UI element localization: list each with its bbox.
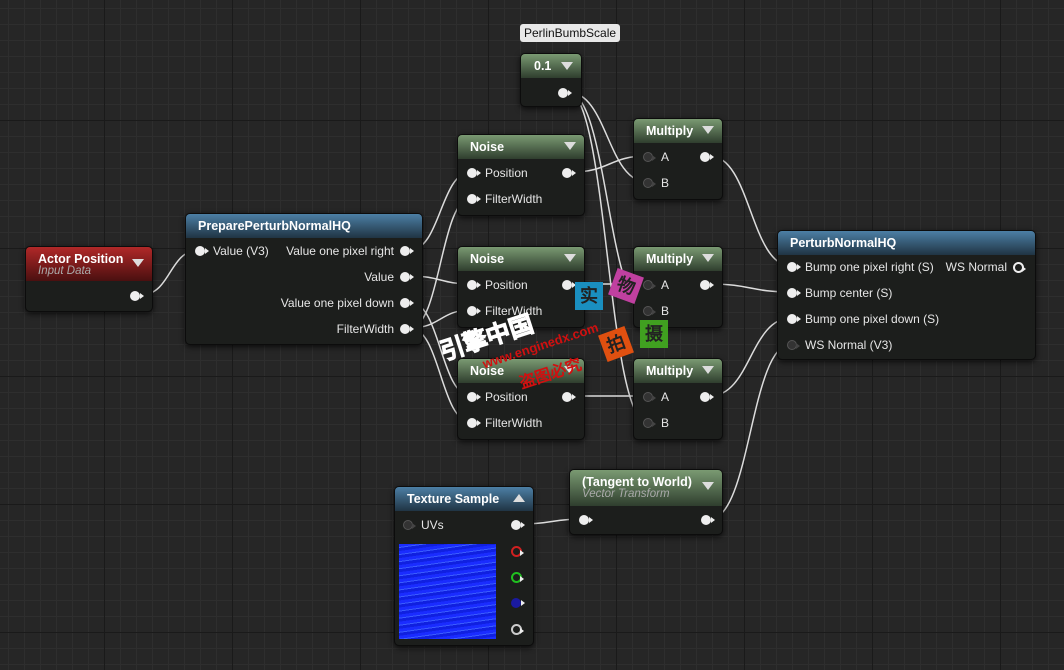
noise-node[interactable]: Noise Position FilterWidth (457, 134, 585, 216)
collapse-arrow-icon[interactable] (702, 482, 714, 490)
input-pin[interactable] (787, 262, 801, 272)
pin-label: Value (364, 270, 394, 284)
pin-label: B (661, 304, 670, 318)
watermark-square: 摄 (640, 320, 668, 348)
collapse-arrow-icon[interactable] (561, 62, 573, 70)
param-tooltip: PerlinBumbScale (520, 24, 621, 42)
pin-label: Bump center (S) (805, 286, 893, 300)
node-title: PerturbNormalHQ (778, 231, 1035, 255)
pin-label: FilterWidth (485, 416, 543, 430)
param-node-perlin-bump-scale[interactable]: 0.1 (520, 53, 582, 107)
watermark-square: 拍 (598, 326, 634, 362)
watermark-square: 实 (575, 282, 603, 310)
output-pin-r[interactable] (511, 546, 524, 557)
pin-label: A (661, 278, 670, 292)
input-pin-position[interactable] (467, 392, 481, 402)
input-pin-b[interactable] (643, 306, 656, 316)
pin-label: Value (V3) (213, 244, 269, 258)
param-value: 0.1 (534, 59, 552, 73)
pin-label: UVs (421, 518, 444, 532)
node-title: Actor Position (38, 252, 124, 266)
output-pin-b[interactable] (511, 598, 525, 608)
pin-label: FilterWidth (336, 322, 394, 336)
vector-transform-node[interactable]: (Tangent to World) Vector Transform (569, 469, 723, 535)
pin-label: WS Normal (V3) (805, 338, 893, 352)
pin-label: Position (485, 166, 528, 180)
input-pin[interactable] (787, 288, 801, 298)
collapse-arrow-icon[interactable] (564, 142, 576, 150)
multiply-node[interactable]: Multiply A B (633, 118, 723, 200)
node-title: (Tangent to World) (582, 475, 692, 489)
texture-preview (399, 544, 496, 639)
output-pin-a[interactable] (511, 624, 524, 635)
pin-label: Bump one pixel down (S) (805, 312, 940, 326)
collapse-arrow-icon[interactable] (564, 366, 576, 374)
output-pin[interactable] (130, 291, 144, 301)
output-pin[interactable] (400, 246, 414, 256)
output-pin[interactable] (700, 392, 714, 402)
pin-label: FilterWidth (485, 192, 543, 206)
collapse-arrow-icon[interactable] (513, 494, 525, 502)
input-pin-b[interactable] (643, 178, 656, 188)
output-pin[interactable] (562, 168, 576, 178)
node-subtitle: Vector Transform (582, 488, 670, 500)
collapse-arrow-icon[interactable] (132, 259, 144, 267)
noise-node[interactable]: Noise Position FilterWidth (457, 246, 585, 328)
pin-label: Value one pixel down (280, 296, 394, 310)
output-pin[interactable] (700, 280, 714, 290)
output-pin[interactable] (701, 515, 715, 525)
prepare-perturb-normal-hq-node[interactable]: PreparePerturbNormalHQ Value (V3) Value … (185, 213, 423, 345)
output-pin[interactable] (558, 88, 572, 98)
actor-position-node[interactable]: Actor Position Input Data (25, 246, 153, 312)
multiply-node[interactable]: Multiply A B (633, 358, 723, 440)
node-title: PreparePerturbNormalHQ (186, 214, 422, 238)
texture-sample-node[interactable]: Texture Sample UVs (394, 486, 534, 646)
output-pin[interactable] (400, 324, 414, 334)
pin-label: WS Normal (945, 260, 1007, 274)
input-pin[interactable] (787, 314, 801, 324)
input-pin-filterwidth[interactable] (467, 306, 481, 316)
pin-label: Value one pixel right (286, 244, 394, 258)
collapse-arrow-icon[interactable] (702, 254, 714, 262)
input-pin-b[interactable] (643, 418, 656, 428)
output-pin[interactable] (400, 298, 414, 308)
pin-label: B (661, 176, 670, 190)
input-pin-a[interactable] (643, 152, 656, 162)
output-pin[interactable] (1013, 262, 1026, 273)
noise-node[interactable]: Noise Position FilterWidth (457, 358, 585, 440)
output-pin-rgb[interactable] (511, 520, 525, 530)
input-pin-a[interactable] (643, 392, 656, 402)
output-pin[interactable] (400, 272, 414, 282)
input-pin-value[interactable] (195, 246, 209, 256)
collapse-arrow-icon[interactable] (564, 254, 576, 262)
perturb-normal-hq-node[interactable]: PerturbNormalHQ Bump one pixel right (S)… (777, 230, 1036, 360)
pin-label: A (661, 390, 670, 404)
pin-label: B (661, 416, 670, 430)
pin-label: Bump one pixel right (S) (805, 260, 934, 274)
input-pin-filterwidth[interactable] (467, 194, 481, 204)
input-pin-filterwidth[interactable] (467, 418, 481, 428)
pin-label: FilterWidth (485, 304, 543, 318)
pin-label: Position (485, 390, 528, 404)
input-pin[interactable] (787, 340, 800, 350)
pin-label: A (661, 150, 670, 164)
output-pin-g[interactable] (511, 572, 524, 583)
collapse-arrow-icon[interactable] (702, 126, 714, 134)
multiply-node[interactable]: Multiply A B (633, 246, 723, 328)
input-pin-uvs[interactable] (403, 520, 416, 530)
collapse-arrow-icon[interactable] (702, 366, 714, 374)
input-pin-position[interactable] (467, 168, 481, 178)
pin-label: Position (485, 278, 528, 292)
output-pin[interactable] (562, 392, 576, 402)
output-pin[interactable] (562, 280, 576, 290)
input-pin-a[interactable] (643, 280, 656, 290)
output-pin[interactable] (700, 152, 714, 162)
input-pin[interactable] (579, 515, 593, 525)
input-pin-position[interactable] (467, 280, 481, 290)
